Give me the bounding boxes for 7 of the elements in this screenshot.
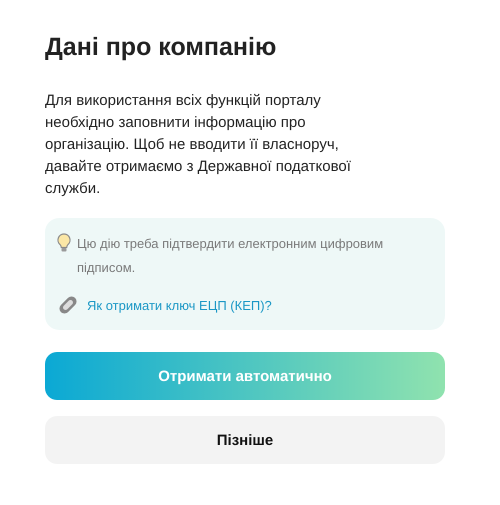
get-automatically-button[interactable]: Отримати автоматично (45, 352, 445, 400)
lightbulb-icon (57, 233, 71, 253)
page-title: Дані про компанію (45, 32, 276, 63)
description-text: Для використання всіх функцій порталу необхідно заповнити інформацію про організацію. Щоб не вводити її власноруч, давайте отримаємо з Державної податкової служби. (45, 91, 352, 199)
notice-text: Цю дію треба підтвердити електронним цифровим підписом. (77, 235, 384, 277)
later-button[interactable]: Пізніше (45, 416, 445, 464)
help-link[interactable]: Як отримати ключ ЕЦП (КЕП)? (87, 298, 272, 312)
